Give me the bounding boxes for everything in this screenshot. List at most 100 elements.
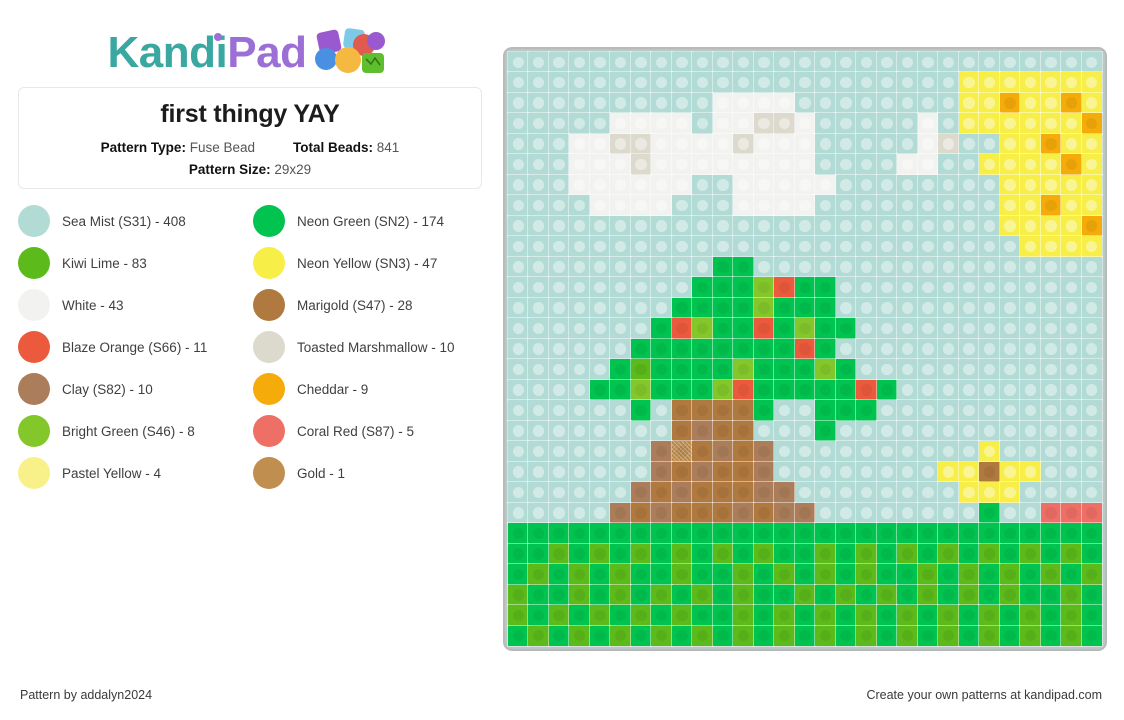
bead-cell[interactable] xyxy=(917,481,939,504)
bead-cell[interactable] xyxy=(896,276,919,299)
bead-cell[interactable] xyxy=(650,481,673,504)
bead-cell[interactable] xyxy=(998,358,1021,381)
bead-cell[interactable] xyxy=(548,624,571,647)
bead-cell[interactable] xyxy=(691,174,714,196)
bead-cell[interactable] xyxy=(896,297,919,319)
bead-cell[interactable] xyxy=(896,379,919,401)
bead-cell[interactable] xyxy=(671,92,693,115)
bead-cell[interactable] xyxy=(1039,358,1062,381)
bead-cell[interactable] xyxy=(753,399,775,422)
bead-cell[interactable] xyxy=(609,522,632,545)
bead-cell[interactable] xyxy=(753,51,775,74)
bead-cell[interactable] xyxy=(855,440,878,463)
bead-cell[interactable] xyxy=(958,297,980,319)
bead-cell[interactable] xyxy=(896,604,919,627)
bead-cell[interactable] xyxy=(671,297,693,319)
bead-cell[interactable] xyxy=(1039,420,1062,442)
bead-cell[interactable] xyxy=(712,604,734,627)
bead-cell[interactable] xyxy=(650,51,673,74)
bead-cell[interactable] xyxy=(691,235,714,258)
bead-cell[interactable] xyxy=(1080,563,1103,586)
bead-cell[interactable] xyxy=(507,440,530,463)
bead-cell[interactable] xyxy=(814,153,837,176)
bead-cell[interactable] xyxy=(712,502,734,524)
bead-cell[interactable] xyxy=(937,522,960,545)
bead-cell[interactable] xyxy=(568,624,591,647)
bead-cell[interactable] xyxy=(712,215,734,237)
bead-cell[interactable] xyxy=(691,440,714,463)
bead-cell[interactable] xyxy=(507,481,530,504)
bead-cell[interactable] xyxy=(814,358,837,381)
bead-cell[interactable] xyxy=(835,583,857,606)
bead-cell[interactable] xyxy=(630,481,652,504)
bead-cell[interactable] xyxy=(1019,542,1042,565)
legend-item[interactable]: White - 43 xyxy=(18,284,253,326)
bead-cell[interactable] xyxy=(896,583,919,606)
bead-cell[interactable] xyxy=(773,297,796,319)
bead-cell[interactable] xyxy=(1080,51,1103,74)
bead-cell[interactable] xyxy=(773,194,796,217)
bead-cell[interactable] xyxy=(568,235,591,258)
bead-cell[interactable] xyxy=(978,481,1001,504)
bead-cell[interactable] xyxy=(876,542,898,565)
bead-cell[interactable] xyxy=(876,461,898,483)
bead-cell[interactable] xyxy=(753,481,775,504)
bead-cell[interactable] xyxy=(773,461,796,483)
bead-cell[interactable] xyxy=(1060,71,1083,94)
bead-cell[interactable] xyxy=(998,379,1021,401)
bead-cell[interactable] xyxy=(917,379,939,401)
bead-cell[interactable] xyxy=(814,297,837,319)
bead-cell[interactable] xyxy=(650,317,673,340)
bead-cell[interactable] xyxy=(855,256,878,278)
bead-cell[interactable] xyxy=(1060,379,1083,401)
bead-cell[interactable] xyxy=(1019,604,1042,627)
bead-cell[interactable] xyxy=(876,112,898,135)
bead-cell[interactable] xyxy=(978,51,1001,74)
bead-cell[interactable] xyxy=(609,461,632,483)
bead-cell[interactable] xyxy=(1039,379,1062,401)
bead-cell[interactable] xyxy=(527,440,550,463)
bead-cell[interactable] xyxy=(507,215,530,237)
bead-cell[interactable] xyxy=(794,379,816,401)
bead-cell[interactable] xyxy=(691,112,714,135)
bead-cell[interactable] xyxy=(876,276,898,299)
legend-item[interactable]: Cheddar - 9 xyxy=(253,368,488,410)
bead-cell[interactable] xyxy=(835,276,857,299)
bead-cell[interactable] xyxy=(773,276,796,299)
bead-cell[interactable] xyxy=(691,153,714,176)
bead-cell[interactable] xyxy=(671,338,693,360)
bead-cell[interactable] xyxy=(527,358,550,381)
bead-cell[interactable] xyxy=(650,502,673,524)
bead-cell[interactable] xyxy=(630,338,652,360)
bead-cell[interactable] xyxy=(630,235,652,258)
bead-cell[interactable] xyxy=(1060,583,1083,606)
bead-cell[interactable] xyxy=(1019,338,1042,360)
bead-cell[interactable] xyxy=(712,235,734,258)
bead-cell[interactable] xyxy=(937,502,960,524)
bead-cell[interactable] xyxy=(773,624,796,647)
bead-cell[interactable] xyxy=(671,317,693,340)
bead-cell[interactable] xyxy=(1039,604,1062,627)
bead-cell[interactable] xyxy=(609,174,632,196)
bead-cell[interactable] xyxy=(548,194,571,217)
bead-cell[interactable] xyxy=(691,358,714,381)
bead-cell[interactable] xyxy=(691,583,714,606)
bead-cell[interactable] xyxy=(650,624,673,647)
bead-cell[interactable] xyxy=(794,583,816,606)
bead-cell[interactable] xyxy=(691,297,714,319)
bead-cell[interactable] xyxy=(835,522,857,545)
bead-cell[interactable] xyxy=(835,440,857,463)
bead-cell[interactable] xyxy=(671,174,693,196)
bead-cell[interactable] xyxy=(855,276,878,299)
bead-cell[interactable] xyxy=(835,51,857,74)
bead-cell[interactable] xyxy=(630,624,652,647)
bead-cell[interactable] xyxy=(1060,358,1083,381)
bead-cell[interactable] xyxy=(671,583,693,606)
bead-cell[interactable] xyxy=(691,399,714,422)
bead-cell[interactable] xyxy=(732,71,755,94)
bead-cell[interactable] xyxy=(1080,276,1103,299)
bead-cell[interactable] xyxy=(527,522,550,545)
bead-cell[interactable] xyxy=(1039,583,1062,606)
bead-cell[interactable] xyxy=(712,563,734,586)
bead-cell[interactable] xyxy=(896,563,919,586)
